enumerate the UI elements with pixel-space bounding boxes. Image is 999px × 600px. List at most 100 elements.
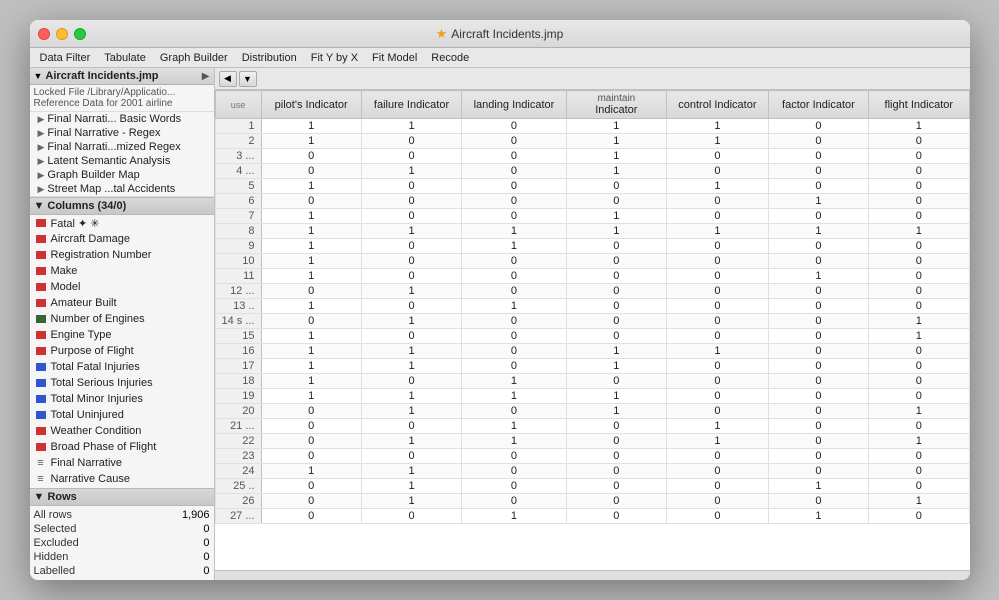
- nav-item-2[interactable]: ▶ Final Narrati...mized Regex: [30, 140, 214, 154]
- nav-item-3[interactable]: ▶ Latent Semantic Analysis: [30, 154, 214, 168]
- table-row[interactable]: 161101100: [215, 344, 969, 359]
- table-row[interactable]: 81111111: [215, 224, 969, 239]
- table-row[interactable]: 12 ...0100000: [215, 284, 969, 299]
- col-item-narrative-cause[interactable]: ≡ Narrative Cause: [30, 471, 214, 487]
- table-row[interactable]: 181010000: [215, 374, 969, 389]
- table-row[interactable]: 260100001: [215, 494, 969, 509]
- data-cell: 1: [261, 359, 361, 374]
- data-cell: 0: [667, 374, 769, 389]
- menu-graph-builder[interactable]: Graph Builder: [154, 51, 234, 65]
- col-icon-red-bar: [34, 232, 48, 246]
- col-item-final-narrative[interactable]: ≡ Final Narrative: [30, 455, 214, 471]
- data-cell: 0: [768, 284, 868, 299]
- data-cell: 1: [261, 134, 361, 149]
- nav-item-1[interactable]: ▶ Final Narrative - Regex: [30, 126, 214, 140]
- table-row[interactable]: 3 ...0001000: [215, 149, 969, 164]
- col-item-fatal[interactable]: Fatal ✦ ✳: [30, 215, 214, 231]
- th-control-indicator[interactable]: control Indicator: [667, 91, 769, 119]
- row-number-cell: 19: [215, 389, 261, 404]
- close-button[interactable]: [38, 28, 50, 40]
- data-cell: 0: [768, 389, 868, 404]
- table-row[interactable]: 241100000: [215, 464, 969, 479]
- table-row[interactable]: 27 ...0010010: [215, 509, 969, 524]
- nav-item-5[interactable]: ▶ Street Map ...tal Accidents: [30, 182, 214, 196]
- col-item-total-fatal[interactable]: Total Fatal Injuries: [30, 359, 214, 375]
- table-row[interactable]: 51000100: [215, 179, 969, 194]
- table-row[interactable]: 14 s ...0100001: [215, 314, 969, 329]
- data-cell: 1: [261, 464, 361, 479]
- data-cell: 0: [768, 434, 868, 449]
- data-cell: 0: [566, 254, 666, 269]
- th-pilots-indicator[interactable]: pilot's Indicator: [261, 91, 361, 119]
- table-row[interactable]: 60000010: [215, 194, 969, 209]
- menu-data-filter[interactable]: Data Filter: [34, 51, 97, 65]
- horizontal-scrollbar[interactable]: [215, 570, 970, 580]
- table-row[interactable]: 111000010: [215, 269, 969, 284]
- minimize-button[interactable]: [56, 28, 68, 40]
- data-cell: 0: [462, 404, 567, 419]
- col-icon-red-bar: [34, 296, 48, 310]
- menu-fit-model[interactable]: Fit Model: [366, 51, 423, 65]
- col-item-amateur-built[interactable]: Amateur Built: [30, 295, 214, 311]
- col-item-total-uninjured[interactable]: Total Uninjured: [30, 407, 214, 423]
- table-row[interactable]: 101000000: [215, 254, 969, 269]
- sidebar-options-icon[interactable]: ▶: [202, 71, 210, 82]
- table-row[interactable]: 21001100: [215, 134, 969, 149]
- maximize-button[interactable]: [74, 28, 86, 40]
- window-title: ★ Aircraft Incidents.jmp: [436, 26, 564, 42]
- col-item-aircraft-damage[interactable]: Aircraft Damage: [30, 231, 214, 247]
- table-row[interactable]: 230000000: [215, 449, 969, 464]
- table-row[interactable]: 25 ..0100010: [215, 479, 969, 494]
- data-cell: 0: [869, 389, 969, 404]
- col-item-registration[interactable]: Registration Number: [30, 247, 214, 263]
- toolbar-menu-button[interactable]: ▼: [239, 71, 257, 87]
- col-item-total-minor[interactable]: Total Minor Injuries: [30, 391, 214, 407]
- col-item-weather-condition[interactable]: Weather Condition: [30, 423, 214, 439]
- col-item-purpose-of-flight[interactable]: Purpose of Flight: [30, 343, 214, 359]
- data-cell: 1: [462, 419, 567, 434]
- data-cell: 0: [261, 194, 361, 209]
- th-landing-indicator[interactable]: landing Indicator: [462, 91, 567, 119]
- menu-recode[interactable]: Recode: [425, 51, 475, 65]
- table-row[interactable]: 151000001: [215, 329, 969, 344]
- row-number-cell: 9: [215, 239, 261, 254]
- menu-fit-y-by-x[interactable]: Fit Y by X: [305, 51, 364, 65]
- col-item-make[interactable]: Make: [30, 263, 214, 279]
- data-cell: 0: [261, 314, 361, 329]
- th-flight-indicator[interactable]: flight Indicator: [869, 91, 969, 119]
- col-item-model[interactable]: Model: [30, 279, 214, 295]
- table-row[interactable]: 4 ...0101000: [215, 164, 969, 179]
- data-cell: 1: [566, 134, 666, 149]
- th-maintain-indicator[interactable]: maintain Indicator: [566, 91, 666, 119]
- reference-label: Reference Data for 2001 airline: [34, 98, 210, 109]
- menu-tabulate[interactable]: Tabulate: [98, 51, 152, 65]
- table-row[interactable]: 71001000: [215, 209, 969, 224]
- nav-item-0[interactable]: ▶ Final Narrati... Basic Words: [30, 112, 214, 126]
- table-row[interactable]: 91010000: [215, 239, 969, 254]
- data-cell: 0: [462, 149, 567, 164]
- col-item-engine-type[interactable]: Engine Type: [30, 327, 214, 343]
- rows-excluded: Excluded 0: [34, 536, 210, 550]
- nav-item-4[interactable]: ▶ Graph Builder Map: [30, 168, 214, 182]
- table-row[interactable]: 11101101: [215, 119, 969, 134]
- data-cell: 0: [869, 509, 969, 524]
- table-row[interactable]: 191111000: [215, 389, 969, 404]
- data-cell: 1: [667, 224, 769, 239]
- data-cell: 1: [261, 239, 361, 254]
- col-item-num-engines[interactable]: Number of Engines: [30, 311, 214, 327]
- table-row[interactable]: 21 ...0010100: [215, 419, 969, 434]
- col-icon-red-bar: [34, 424, 48, 438]
- menu-distribution[interactable]: Distribution: [236, 51, 303, 65]
- table-row[interactable]: 220110101: [215, 434, 969, 449]
- data-cell: 0: [261, 509, 361, 524]
- toolbar-back-button[interactable]: ◀: [219, 71, 237, 87]
- table-row[interactable]: 13 ..1010000: [215, 299, 969, 314]
- col-item-total-serious[interactable]: Total Serious Injuries: [30, 375, 214, 391]
- nav-arrow: ▶: [38, 156, 45, 167]
- table-wrapper[interactable]: use pilot's Indicator failure Indicator …: [215, 90, 970, 570]
- th-factor-indicator[interactable]: factor Indicator: [768, 91, 868, 119]
- table-row[interactable]: 171101000: [215, 359, 969, 374]
- table-row[interactable]: 200101001: [215, 404, 969, 419]
- th-failure-indicator[interactable]: failure Indicator: [361, 91, 461, 119]
- col-item-broad-phase[interactable]: Broad Phase of Flight: [30, 439, 214, 455]
